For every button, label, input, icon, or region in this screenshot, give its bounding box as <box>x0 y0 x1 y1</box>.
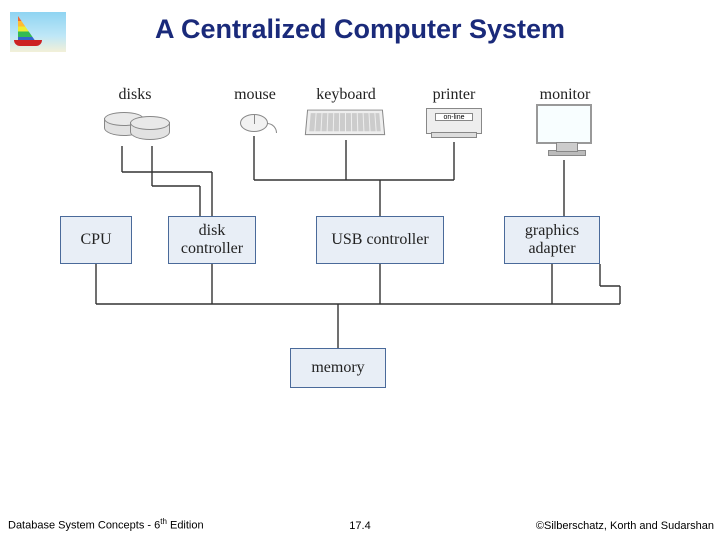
bus-lines <box>60 86 660 426</box>
slide-title: A Centralized Computer System <box>0 14 720 45</box>
system-diagram: disks mouse keyboard printer monitor on-… <box>60 86 660 426</box>
footer-copyright: ©Silberschatz, Korth and Sudarshan <box>536 520 714 532</box>
